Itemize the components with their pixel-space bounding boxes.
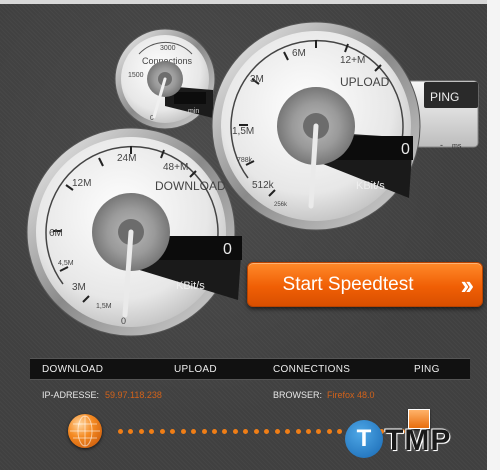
start-speedtest-button[interactable]: Start Speedtest ›› [247, 262, 483, 307]
download-unit: KBit/s [176, 280, 205, 292]
connections-tick-3000: 3000 [160, 45, 176, 52]
download-tick-1-5m: 1,5M [96, 303, 112, 310]
upload-label: UPLOAD [340, 75, 390, 89]
progress-dot [180, 429, 186, 434]
download-tick-4-5m: 4,5M [58, 260, 74, 267]
progress-dot [159, 429, 165, 434]
download-tick-12m: 12M [72, 178, 91, 189]
progress-dot [149, 429, 155, 434]
progress-dot [170, 429, 176, 434]
progress-dot [191, 429, 197, 434]
progress-dot [295, 429, 301, 434]
progress-dot [316, 429, 322, 434]
upload-tick-1-5m: 1,5M [232, 126, 254, 137]
results-header-upload: UPLOAD [174, 364, 217, 375]
progress-dot [274, 429, 280, 434]
progress-dot [337, 429, 343, 434]
upload-tick-3m: 3M [250, 74, 264, 85]
upload-tick-12m: 12+M [340, 55, 365, 66]
progress-dot [253, 429, 259, 434]
ping-unit: ms [452, 143, 462, 150]
connections-tick-1500: 1500 [128, 72, 144, 79]
browser-label: BROWSER: [273, 390, 323, 400]
results-header-ping: PING [414, 364, 440, 375]
download-tick-48m: 48+M [163, 162, 188, 173]
upload-tick-788k: 788k [237, 157, 253, 164]
progress-dot [326, 429, 332, 434]
globe-icon [68, 414, 102, 448]
progress-dot [285, 429, 291, 434]
upload-tick-6m: 6M [292, 48, 306, 59]
upload-tick-256k: 256k [274, 202, 288, 208]
results-header-bar: DOWNLOAD UPLOAD CONNECTIONS PING [30, 358, 470, 380]
progress-dot [128, 429, 134, 434]
upload-unit: KBit/s [356, 180, 385, 192]
download-gauge: 24M 48+M 12M 6M 4,5M 3M 1,5M 0 DOWNLOAD … [26, 127, 242, 337]
results-header-connections: CONNECTIONS [273, 364, 351, 375]
upload-gauge: 6M 12+M 3M 1,5M 788k 512k 256k UPLOAD 0 … [211, 21, 421, 231]
browser-value: Firefox 48.0 [327, 390, 375, 400]
progress-dot [243, 429, 249, 434]
download-label: DOWNLOAD [155, 179, 226, 193]
progress-dot [264, 429, 270, 434]
results-header-download: DOWNLOAD [42, 364, 104, 375]
progress-dot [118, 429, 123, 434]
progress-dot [306, 429, 311, 434]
watermark-logo-circle: T [345, 420, 383, 458]
double-chevron-right-icon: ›› [460, 270, 474, 300]
frame-right-edge [487, 0, 500, 470]
upload-tick-512k: 512k [252, 180, 275, 191]
progress-dot [201, 429, 207, 434]
progress-dot [212, 429, 217, 434]
ip-value: 59.97.118.238 [105, 390, 162, 400]
upload-value: 0 [401, 141, 410, 158]
download-value: 0 [223, 241, 232, 258]
connections-unit: min [188, 108, 199, 115]
download-tick-3m: 3M [72, 282, 86, 293]
progress-dot [222, 429, 228, 434]
info-line: IP-ADRESSE: 59.97.118.238 BROWSER: Firef… [30, 388, 470, 404]
speedtest-widget: PING - ms Connections 1500 3000 0 min 6M… [0, 0, 500, 470]
ping-value: - [440, 140, 443, 150]
download-tick-24m: 24M [117, 153, 136, 164]
progress-dot [232, 429, 238, 434]
download-tick-0: 0 [121, 316, 126, 326]
connections-gauge: Connections 1500 3000 0 min [114, 28, 216, 130]
ip-label: IP-ADRESSE: [42, 390, 100, 400]
progress-dot [138, 429, 144, 434]
start-speedtest-label: Start Speedtest [282, 273, 414, 295]
watermark-logo-text: TMP [385, 424, 452, 457]
ping-label: PING [430, 90, 459, 104]
watermark-logo: T TMP [345, 420, 490, 460]
download-tick-6m: 6M [49, 228, 63, 239]
